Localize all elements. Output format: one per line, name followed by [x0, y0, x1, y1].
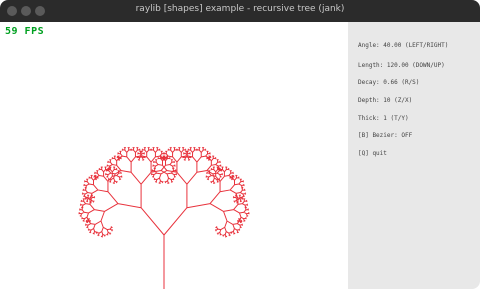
thick-info: Thick: 1 (T/Y) [358, 115, 409, 122]
quit-info: [Q] quit [358, 150, 387, 157]
decay-info: Decay: 0.66 (R/S) [358, 79, 420, 86]
title-bar[interactable]: raylib [shapes] example - recursive tree… [0, 0, 480, 22]
angle-info: Angle: 40.00 (LEFT/RIGHT) [358, 42, 449, 49]
window-title: raylib [shapes] example - recursive tree… [135, 4, 345, 14]
fps-counter: 59 FPS [5, 26, 45, 37]
bezier-info: [B] Bezier: OFF [358, 132, 413, 139]
recursive-tree [78, 146, 250, 289]
depth-info: Depth: 10 (Z/X) [358, 97, 413, 104]
tree-branches [78, 146, 250, 289]
length-info: Length: 120.00 (DOWN/UP) [358, 62, 445, 69]
app-window: raylib [shapes] example - recursive tree… [0, 0, 480, 289]
